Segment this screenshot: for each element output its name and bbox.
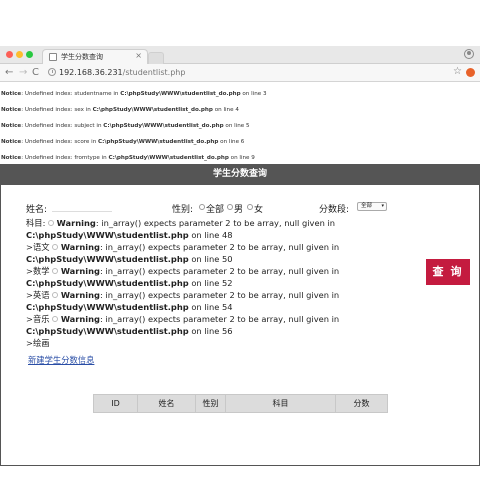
results-table: ID 姓名 性别 科目 分数 bbox=[93, 394, 388, 413]
subject-label: 科目: bbox=[26, 218, 46, 228]
new-tab-button[interactable] bbox=[148, 52, 164, 64]
bookmark-star-icon[interactable]: ☆ bbox=[453, 66, 462, 77]
minimize-window-icon[interactable] bbox=[16, 51, 23, 58]
sex-option-label: 女 bbox=[254, 205, 264, 215]
subject-option-label: >音乐 bbox=[26, 314, 50, 324]
subject-checkbox[interactable] bbox=[52, 316, 59, 322]
subject-checkbox[interactable] bbox=[52, 244, 59, 250]
subject-row: >音乐 Warning: in_array() expects paramete… bbox=[26, 314, 340, 324]
php-notice: Notice: Undefined index: fromtype in C:\… bbox=[1, 155, 255, 161]
back-icon[interactable]: ← bbox=[5, 67, 13, 79]
subject-checkbox[interactable] bbox=[48, 220, 55, 226]
subject-row: >语文 Warning: in_array() expects paramete… bbox=[26, 242, 340, 252]
column-header-id[interactable]: ID bbox=[93, 394, 138, 413]
warning-path: C:\phpStudy\WWW\studentlist.php on line … bbox=[26, 230, 233, 240]
subject-option-label: >绘画 bbox=[26, 338, 50, 348]
sex-option-label: 全部 bbox=[206, 205, 225, 215]
subject-row: >数学 Warning: in_array() expects paramete… bbox=[26, 266, 340, 276]
close-window-icon[interactable] bbox=[6, 51, 13, 58]
reload-icon[interactable]: C bbox=[32, 67, 39, 79]
extension-icon[interactable] bbox=[466, 68, 475, 77]
subject-row: 科目: Warning: in_array() expects paramete… bbox=[26, 218, 336, 228]
php-notice: Notice: Undefined index: studentname in … bbox=[1, 91, 267, 97]
tab-close-icon[interactable]: × bbox=[135, 51, 142, 60]
name-label: 姓名: bbox=[26, 205, 48, 215]
column-header-subject[interactable]: 科目 bbox=[225, 394, 336, 413]
add-student-score-link[interactable]: 新建学生分数信息 bbox=[28, 354, 94, 366]
profile-icon[interactable] bbox=[464, 49, 474, 59]
browser-tab[interactable]: 学生分数查询 × bbox=[42, 49, 148, 64]
subject-option-label: >英语 bbox=[26, 290, 50, 300]
warning-path: C:\phpStudy\WWW\studentlist.php on line … bbox=[26, 254, 233, 264]
score-range-label: 分数段: bbox=[319, 205, 350, 215]
name-input[interactable] bbox=[52, 203, 112, 212]
php-notice: Notice: Undefined index: sex in C:\phpSt… bbox=[1, 107, 239, 113]
url-host: 192.168.36.231 bbox=[59, 68, 123, 77]
subject-option-label: >数学 bbox=[26, 266, 50, 276]
sex-label: 性别: bbox=[172, 205, 194, 215]
subject-checkbox[interactable] bbox=[52, 292, 59, 298]
sex-radio-male[interactable] bbox=[227, 204, 233, 210]
results-area: ID 姓名 性别 科目 分数 bbox=[0, 394, 480, 480]
php-notice: Notice: Undefined index: subject in C:\p… bbox=[1, 123, 250, 129]
subject-option-label: >语文 bbox=[26, 242, 50, 252]
sex-option-label: 男 bbox=[234, 205, 244, 215]
forward-icon[interactable]: → bbox=[19, 67, 27, 79]
column-header-score[interactable]: 分数 bbox=[335, 394, 388, 413]
form-title: 学生分数查询 bbox=[1, 164, 479, 185]
search-form: 学生分数查询 姓名: 性别: 全部 男 女 分数段: 全部 科目: Warnin… bbox=[0, 164, 480, 466]
table-header-row: ID 姓名 性别 科目 分数 bbox=[93, 394, 388, 413]
column-header-name[interactable]: 姓名 bbox=[137, 394, 196, 413]
tab-title: 学生分数查询 bbox=[61, 53, 103, 61]
warning-path: C:\phpStudy\WWW\studentlist.php on line … bbox=[26, 278, 233, 288]
browser-window: 学生分数查询 × ← → C 192.168.36.231/studentlis… bbox=[0, 46, 480, 82]
page-icon bbox=[49, 53, 57, 61]
warning-path: C:\phpStudy\WWW\studentlist.php on line … bbox=[26, 302, 233, 312]
php-notice: Notice: Undefined index: score in C:\php… bbox=[1, 139, 245, 145]
url-path: /studentlist.php bbox=[122, 68, 186, 77]
sex-radio-all[interactable] bbox=[199, 204, 205, 210]
address-bar[interactable]: 192.168.36.231/studentlist.php bbox=[59, 67, 185, 79]
column-header-sex[interactable]: 性别 bbox=[195, 394, 226, 413]
maximize-window-icon[interactable] bbox=[26, 51, 33, 58]
subject-row: >英语 Warning: in_array() expects paramete… bbox=[26, 290, 340, 300]
tab-bar: 学生分数查询 × bbox=[0, 46, 480, 64]
page-content: Notice: Undefined index: studentname in … bbox=[0, 82, 480, 480]
score-range-select[interactable]: 全部 bbox=[357, 202, 387, 211]
sex-radio-female[interactable] bbox=[247, 204, 253, 210]
query-button[interactable]: 查 询 bbox=[426, 259, 470, 285]
warning-path: C:\phpStudy\WWW\studentlist.php on line … bbox=[26, 326, 233, 336]
subject-checkbox[interactable] bbox=[52, 268, 59, 274]
info-icon[interactable] bbox=[48, 68, 56, 76]
browser-toolbar: ← → C 192.168.36.231/studentlist.php ☆ bbox=[0, 64, 480, 82]
